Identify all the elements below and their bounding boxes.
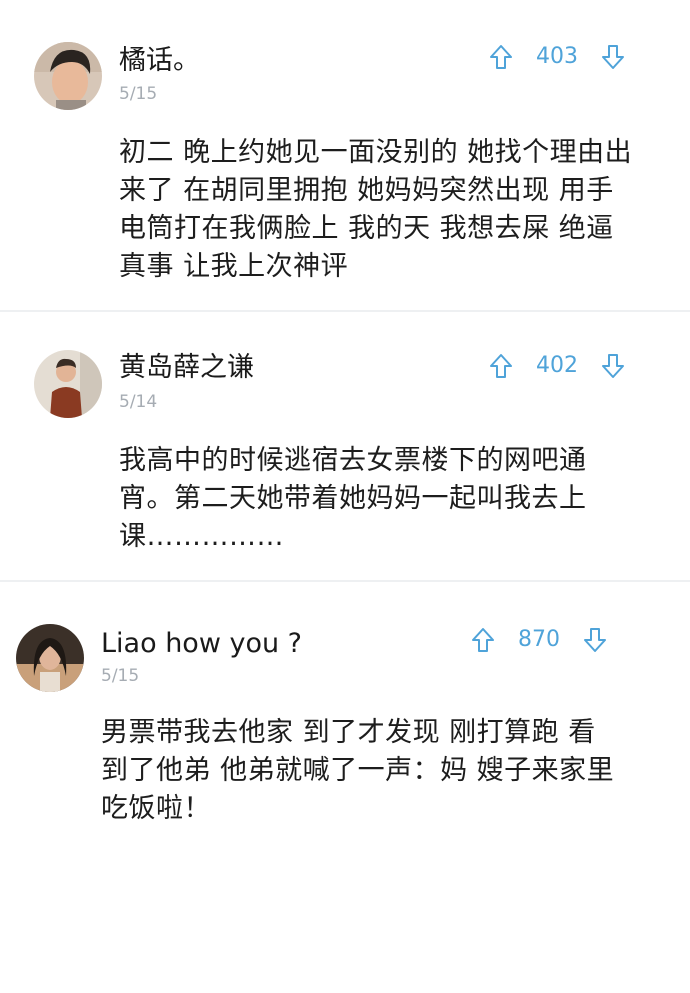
username[interactable]: 橘话。: [119, 45, 200, 77]
vote-count: 870: [518, 627, 560, 652]
comment-text: 男票带我去他家 到了才发现 刚打算跑 看 到了他弟 他弟就喊了一声：妈 嫂子来家…: [101, 717, 615, 824]
vote-control: 403: [488, 41, 626, 73]
comment-item: Liao how you ? 5/15 870 男票带我去他家 到了才发现 刚打…: [0, 582, 690, 993]
avatar[interactable]: [34, 42, 102, 110]
comment-date: 5/15: [119, 84, 158, 104]
arrow-up-outline-icon[interactable]: [488, 352, 514, 380]
comment-item: 黄岛薛之谦 5/14 402 我高中的时候逃宿去女票楼下的网吧通 宵。第二天她带…: [0, 312, 690, 580]
comment-date: 5/15: [101, 666, 140, 686]
username[interactable]: Liao how you ?: [101, 628, 302, 660]
arrow-up-outline-icon[interactable]: [470, 626, 496, 654]
arrow-down-outline-icon[interactable]: [582, 626, 608, 654]
avatar[interactable]: [16, 624, 84, 692]
arrow-up-outline-icon[interactable]: [488, 43, 514, 71]
comment-item: 橘话。 5/15 403 初二 晚上约她见一面没别的 她找个理由出 来了 在胡同…: [0, 0, 690, 310]
vote-control: 870: [470, 624, 608, 656]
arrow-down-outline-icon[interactable]: [600, 43, 626, 71]
comment-text: 初二 晚上约她见一面没别的 她找个理由出 来了 在胡同里拥抱 她妈妈突然出现 用…: [119, 137, 633, 282]
arrow-down-outline-icon[interactable]: [600, 352, 626, 380]
vote-control: 402: [488, 350, 626, 382]
comment-date: 5/14: [119, 392, 158, 412]
avatar[interactable]: [34, 350, 102, 418]
vote-count: 402: [536, 353, 578, 378]
username[interactable]: 黄岛薛之谦: [119, 352, 254, 384]
vote-count: 403: [536, 44, 578, 69]
comment-text: 我高中的时候逃宿去女票楼下的网吧通 宵。第二天她带着她妈妈一起叫我去上 课…………: [119, 445, 587, 552]
